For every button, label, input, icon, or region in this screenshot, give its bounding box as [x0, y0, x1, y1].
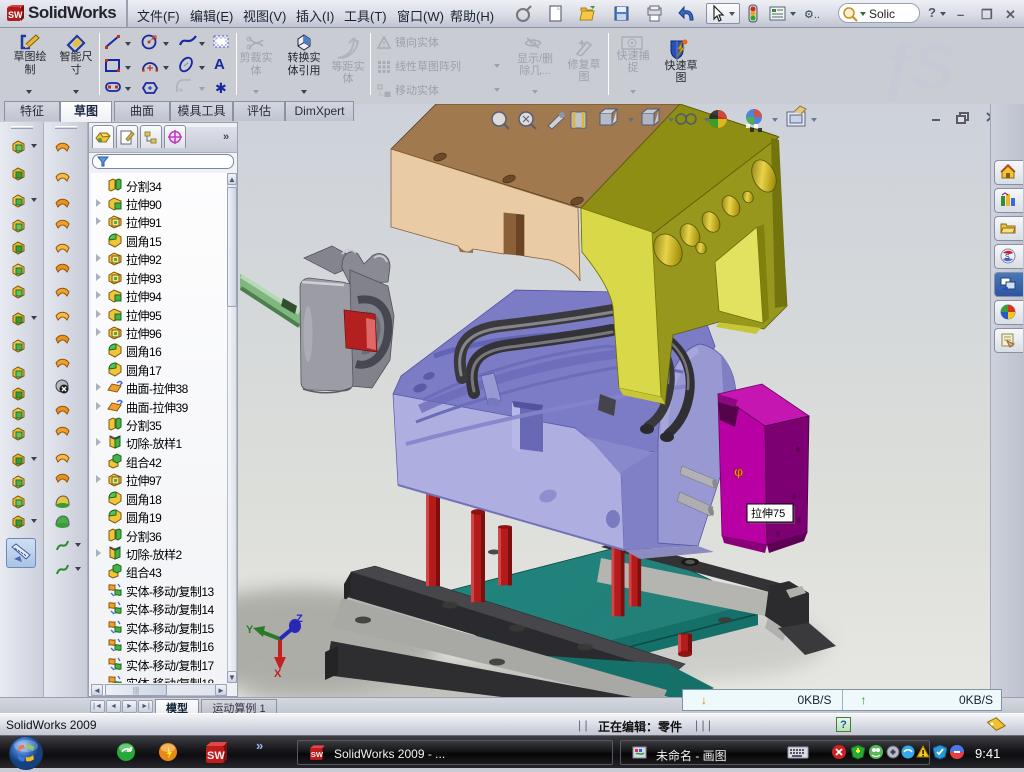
- svg-text:Y: Y: [246, 624, 254, 636]
- svg-text:拉伸75: 拉伸75: [751, 506, 785, 520]
- svg-text:Z: Z: [296, 613, 303, 625]
- svg-text:X: X: [274, 668, 282, 680]
- svg-text:SW: SW: [8, 10, 23, 20]
- svg-text:SW: SW: [311, 750, 324, 759]
- svg-text:SW: SW: [207, 750, 225, 762]
- svg-text:S: S: [1005, 254, 1010, 261]
- svg-text:φ: φ: [734, 464, 743, 479]
